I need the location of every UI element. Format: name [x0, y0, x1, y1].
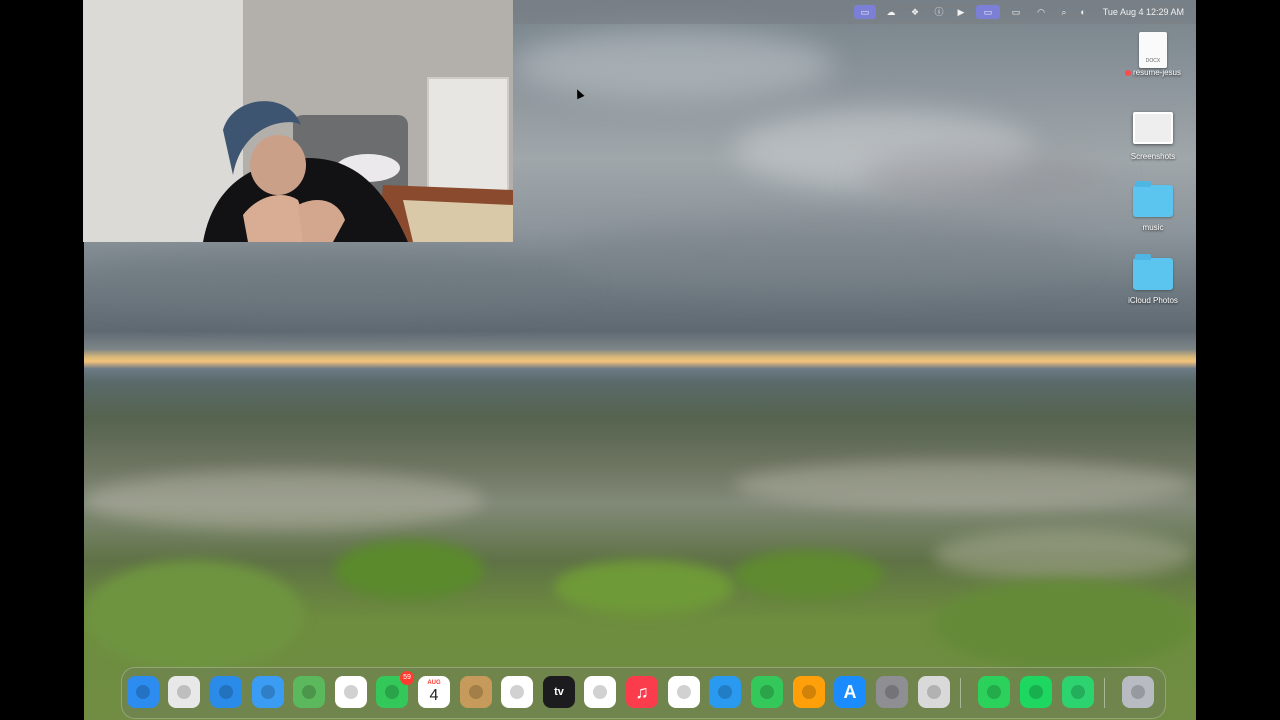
wallpaper-shrub — [934, 580, 1194, 670]
dock-icon-glyph — [987, 685, 1001, 699]
discord-icon[interactable] — [1062, 676, 1094, 708]
dock-icon-glyph — [302, 685, 316, 699]
search-icon[interactable]: ⌕ — [1058, 5, 1070, 19]
menubar-clock[interactable]: Tue Aug 4 12:29 AM — [1103, 5, 1184, 19]
webcam-person-image — [83, 0, 513, 242]
desktop-item-icloud-photos[interactable]: iCloud Photos — [1113, 254, 1193, 305]
robinhood-icon[interactable] — [978, 676, 1010, 708]
launchpad-icon[interactable] — [168, 676, 200, 708]
dock-icon-glyph — [927, 685, 941, 699]
folder-icon — [1133, 254, 1173, 290]
dock-icon-glyph — [344, 685, 358, 699]
news-icon[interactable] — [668, 676, 700, 708]
dock-separator — [960, 678, 961, 708]
cloud-icon[interactable]: ☁ — [884, 5, 898, 19]
dock-icon-glyph — [136, 685, 150, 699]
battery-icon[interactable]: ▭ — [1008, 5, 1024, 19]
desktop-item-label: music — [1142, 223, 1164, 232]
calendar-day: 4 — [429, 687, 439, 704]
dock: 59 AUG 4 tv ♫ A — [121, 667, 1166, 719]
dock-icon-glyph — [385, 685, 399, 699]
dock-icon-glyph — [261, 685, 275, 699]
dock-icon-glyph — [760, 685, 774, 699]
numbers-icon[interactable] — [751, 676, 783, 708]
dock-icon-glyph — [677, 685, 691, 699]
calendar-month: AUG — [427, 680, 441, 686]
play-icon[interactable]: ▶ — [954, 5, 968, 19]
reminders-icon[interactable] — [501, 676, 533, 708]
freeform-icon[interactable] — [584, 676, 616, 708]
screen-record-icon[interactable]: ▭ — [854, 5, 876, 19]
dock-icon-glyph — [1071, 685, 1085, 699]
iphone-mirroring-icon[interactable] — [918, 676, 950, 708]
dock-icon-glyph: A — [843, 681, 857, 702]
desktop-item-screenshots[interactable]: Screenshots — [1113, 112, 1193, 161]
wallpaper-cloud — [864, 150, 1114, 210]
document-ext-label: DOCX — [1145, 58, 1161, 64]
app-store-icon[interactable]: A — [834, 676, 866, 708]
dock-icon-glyph — [1029, 685, 1043, 699]
webcam-overlay — [83, 0, 513, 242]
keynote-icon[interactable] — [709, 676, 741, 708]
music-icon[interactable]: ♫ — [626, 676, 658, 708]
folder-icon — [1133, 181, 1173, 217]
desktop-item-label: iCloud Photos — [1128, 296, 1178, 305]
mail-icon[interactable] — [252, 676, 284, 708]
dock-separator — [1104, 678, 1105, 708]
dock-icon-glyph — [469, 685, 483, 699]
trash-icon[interactable] — [1122, 676, 1154, 708]
wallpaper-cloud — [564, 220, 1084, 290]
dock-icon-glyph — [510, 685, 524, 699]
menu-bar: ▭ ☁ ❖ ⓘ ▶ ▭ ▭ ◠ ⌕ ◐ Tue Aug 4 12:29 AM — [512, 0, 1196, 24]
pages-icon[interactable] — [793, 676, 825, 708]
dock-icon-glyph — [219, 685, 233, 699]
desktop-item-music[interactable]: music — [1113, 181, 1193, 232]
dock-icon-glyph — [885, 685, 899, 699]
screenshots-folder-icon — [1133, 112, 1173, 144]
photos-icon[interactable] — [335, 676, 367, 708]
dock-icon-glyph — [177, 685, 191, 699]
wifi-icon[interactable]: ◠ — [1034, 5, 1048, 19]
desktop-item-label-text: resume-jesus — [1132, 68, 1181, 77]
wallpaper-cloud — [514, 30, 834, 100]
dock-icon-glyph: tv — [554, 686, 564, 698]
desktop-item-label: resume-jesus — [1113, 68, 1193, 77]
wallpaper-terrain — [734, 460, 1194, 510]
maps-icon[interactable] — [293, 676, 325, 708]
wallpaper-shrub — [84, 560, 304, 670]
dock-icon-glyph — [718, 685, 732, 699]
wallpaper-shrub — [554, 560, 734, 615]
dropbox-icon[interactable]: ❖ — [908, 5, 922, 19]
notification-badge: 59 — [400, 671, 414, 685]
desktop-item-resume[interactable]: DOCX resume-jesus — [1113, 32, 1193, 77]
wallpaper-shrub — [334, 540, 484, 600]
contacts-icon[interactable] — [460, 676, 492, 708]
window-switch-icon[interactable]: ▭ — [976, 5, 1000, 19]
safari-icon[interactable] — [210, 676, 242, 708]
desktop-item-label: Screenshots — [1130, 152, 1176, 161]
dock-icon-glyph — [802, 685, 816, 699]
info-icon[interactable]: ⓘ — [932, 5, 946, 19]
dock-icon-glyph — [1131, 685, 1145, 699]
spotify-icon[interactable] — [1020, 676, 1052, 708]
red-tag-icon — [1124, 69, 1131, 76]
control-center-icon[interactable]: ◐ — [1076, 5, 1090, 19]
dock-icon-glyph — [593, 685, 607, 699]
wallpaper-shrub — [734, 550, 884, 600]
wallpaper-cloud — [84, 250, 584, 310]
finder-icon[interactable] — [127, 676, 159, 708]
dock-icon-glyph: ♫ — [635, 681, 649, 702]
calendar-icon[interactable]: AUG 4 — [418, 676, 450, 708]
tv-icon[interactable]: tv — [543, 676, 575, 708]
settings-icon[interactable] — [876, 676, 908, 708]
wallpaper-terrain — [84, 470, 484, 530]
wallpaper-terrain — [934, 530, 1194, 580]
document-icon: DOCX — [1139, 32, 1167, 68]
